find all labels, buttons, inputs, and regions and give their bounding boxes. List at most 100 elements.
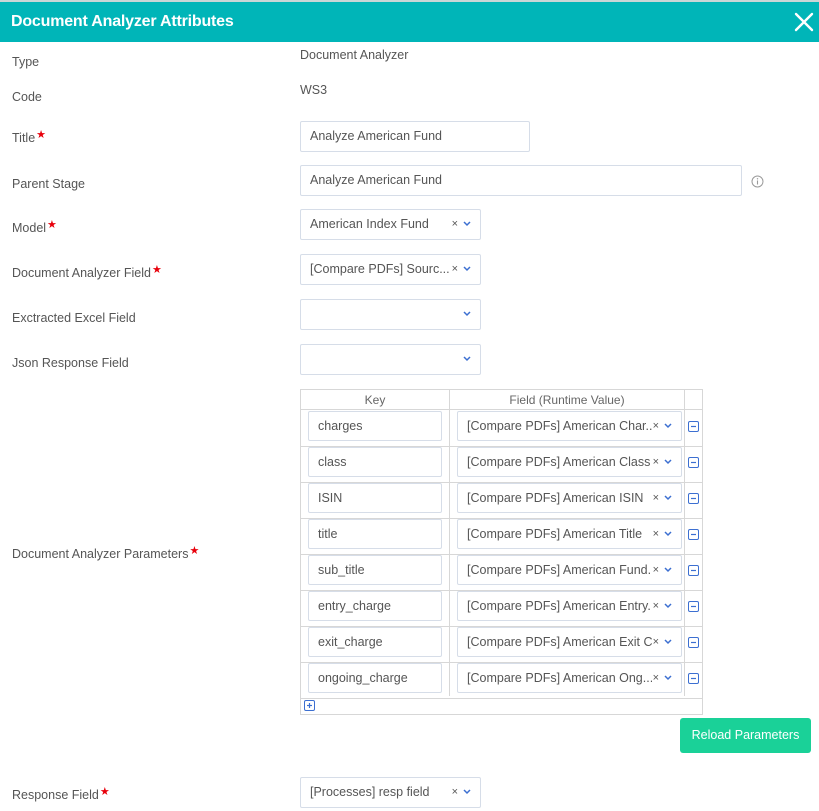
dialog-title: Document Analyzer Attributes (11, 13, 234, 30)
minus-square-icon[interactable] (688, 565, 699, 576)
extracted-excel-field-label: Exctracted Excel Field (12, 311, 136, 325)
parameter-field-selected-value: [Compare PDFs] American Ong... (467, 671, 652, 685)
info-icon[interactable] (751, 175, 764, 188)
clear-icon[interactable]: × (653, 672, 659, 684)
required-star-icon: ★ (189, 545, 200, 557)
plus-square-icon[interactable] (304, 700, 315, 711)
document-analyzer-field-label-text: Document Analyzer Field (12, 266, 151, 280)
type-label: Type (12, 55, 40, 69)
parameter-field-selected-value: [Compare PDFs] American Char... (467, 419, 652, 433)
type-value: Document Analyzer (300, 48, 409, 62)
chevron-down-icon[interactable] (664, 675, 672, 681)
parent-stage-label: Parent Stage (12, 177, 85, 191)
response-field-label: Response Field★ (12, 786, 110, 802)
document-analyzer-parameters-label-text: Document Analyzer Parameters (12, 547, 189, 561)
document-analyzer-parameters-label: Document Analyzer Parameters★ (12, 545, 200, 561)
parameter-field-selected-value: [Compare PDFs] American ISIN (467, 491, 644, 505)
minus-square-icon[interactable] (688, 601, 699, 612)
response-field-selected-value: [Processes] resp field (310, 785, 430, 799)
parameter-field-select[interactable]: [Compare PDFs] American Char... × (457, 411, 682, 441)
chevron-down-icon[interactable] (463, 789, 471, 795)
response-field-label-text: Response Field (12, 788, 99, 802)
chevron-down-icon[interactable] (463, 266, 471, 272)
model-label: Model★ (12, 219, 57, 235)
clear-icon[interactable]: × (653, 420, 659, 432)
parameter-key-input[interactable]: sub_title (308, 555, 442, 585)
parameter-field-select[interactable]: [Compare PDFs] American Title × (457, 519, 682, 549)
minus-square-icon[interactable] (688, 421, 699, 432)
title-input[interactable]: Analyze American Fund (300, 121, 530, 152)
document-analyzer-field-selected-value: [Compare PDFs] Sourc... (310, 262, 450, 276)
minus-square-icon[interactable] (688, 493, 699, 504)
chevron-down-icon[interactable] (463, 311, 471, 317)
column-header-field: Field (Runtime Value) (450, 390, 685, 410)
close-button[interactable] (791, 8, 817, 36)
parameter-field-select[interactable]: [Compare PDFs] American Class × (457, 447, 682, 477)
minus-square-icon[interactable] (688, 637, 699, 648)
document-analyzer-field-label: Document Analyzer Field★ (12, 264, 162, 280)
json-response-field-label: Json Response Field (12, 356, 129, 370)
parameter-key-input[interactable]: class (308, 447, 442, 477)
clear-icon[interactable]: × (452, 218, 458, 230)
column-divider (449, 390, 450, 696)
parameter-field-selected-value: [Compare PDFs] American Exit C... (467, 635, 652, 649)
document-analyzer-field-select[interactable]: [Compare PDFs] Sourc... × (300, 254, 481, 285)
reload-parameters-button[interactable]: Reload Parameters (680, 718, 811, 753)
response-field-select[interactable]: [Processes] resp field × (300, 777, 481, 808)
parameter-key-input[interactable]: charges (308, 411, 442, 441)
minus-square-icon[interactable] (688, 673, 699, 684)
parameter-key-input[interactable]: ongoing_charge (308, 663, 442, 693)
model-label-text: Model (12, 221, 47, 235)
json-response-field-select[interactable] (300, 344, 481, 375)
parameter-key-input[interactable]: entry_charge (308, 591, 442, 621)
clear-icon[interactable]: × (653, 456, 659, 468)
clear-icon[interactable]: × (452, 786, 458, 798)
clear-icon[interactable]: × (452, 263, 458, 275)
code-value: WS3 (300, 83, 328, 97)
parameter-field-selected-value: [Compare PDFs] American Title (467, 527, 643, 541)
row-divider (301, 698, 703, 699)
chevron-down-icon[interactable] (664, 567, 672, 573)
clear-icon[interactable]: × (653, 492, 659, 504)
parameter-field-selected-value: [Compare PDFs] American Class (467, 455, 651, 469)
parameter-key-input[interactable]: ISIN (308, 483, 442, 513)
model-selected-value: American Index Fund (310, 217, 429, 231)
chevron-down-icon[interactable] (664, 603, 672, 609)
parameter-key-input[interactable]: title (308, 519, 442, 549)
column-divider (684, 390, 685, 696)
clear-icon[interactable]: × (653, 528, 659, 540)
required-star-icon: ★ (99, 786, 110, 798)
parameters-table: Key Field (Runtime Value) charges [Compar… (300, 389, 703, 715)
parameter-field-select[interactable]: [Compare PDFs] American Exit C... × (457, 627, 682, 657)
title-label-text: Title (12, 131, 36, 145)
chevron-down-icon[interactable] (664, 459, 672, 465)
clear-icon[interactable]: × (653, 564, 659, 576)
minus-square-icon[interactable] (688, 529, 699, 540)
clear-icon[interactable]: × (653, 636, 659, 648)
chevron-down-icon[interactable] (664, 639, 672, 645)
chevron-down-icon[interactable] (664, 495, 672, 501)
chevron-down-icon[interactable] (664, 423, 672, 429)
parameter-field-select[interactable]: [Compare PDFs] American ISIN × (457, 483, 682, 513)
column-header-actions (685, 390, 703, 410)
parameter-field-select[interactable]: [Compare PDFs] American Ong... × (457, 663, 682, 693)
parameter-field-selected-value: [Compare PDFs] American Entry... (467, 599, 652, 613)
parameter-field-select[interactable]: [Compare PDFs] American Fund... × (457, 555, 682, 585)
title-label: Title★ (12, 129, 47, 145)
code-label: Code (12, 90, 42, 104)
required-star-icon: ★ (47, 219, 57, 231)
extracted-excel-field-select[interactable] (300, 299, 481, 330)
parameter-field-select[interactable]: [Compare PDFs] American Entry... × (457, 591, 682, 621)
chevron-down-icon[interactable] (463, 221, 471, 227)
parameter-key-input[interactable]: exit_charge (308, 627, 442, 657)
parent-stage-input[interactable]: Analyze American Fund (300, 165, 742, 196)
parameter-field-selected-value: [Compare PDFs] American Fund... (467, 563, 652, 577)
clear-icon[interactable]: × (653, 600, 659, 612)
chevron-down-icon[interactable] (463, 356, 471, 362)
close-icon (794, 12, 814, 32)
required-star-icon: ★ (36, 129, 47, 141)
dialog-header: Document Analyzer Attributes (0, 0, 819, 42)
model-select[interactable]: American Index Fund × (300, 209, 481, 240)
minus-square-icon[interactable] (688, 457, 699, 468)
chevron-down-icon[interactable] (664, 531, 672, 537)
